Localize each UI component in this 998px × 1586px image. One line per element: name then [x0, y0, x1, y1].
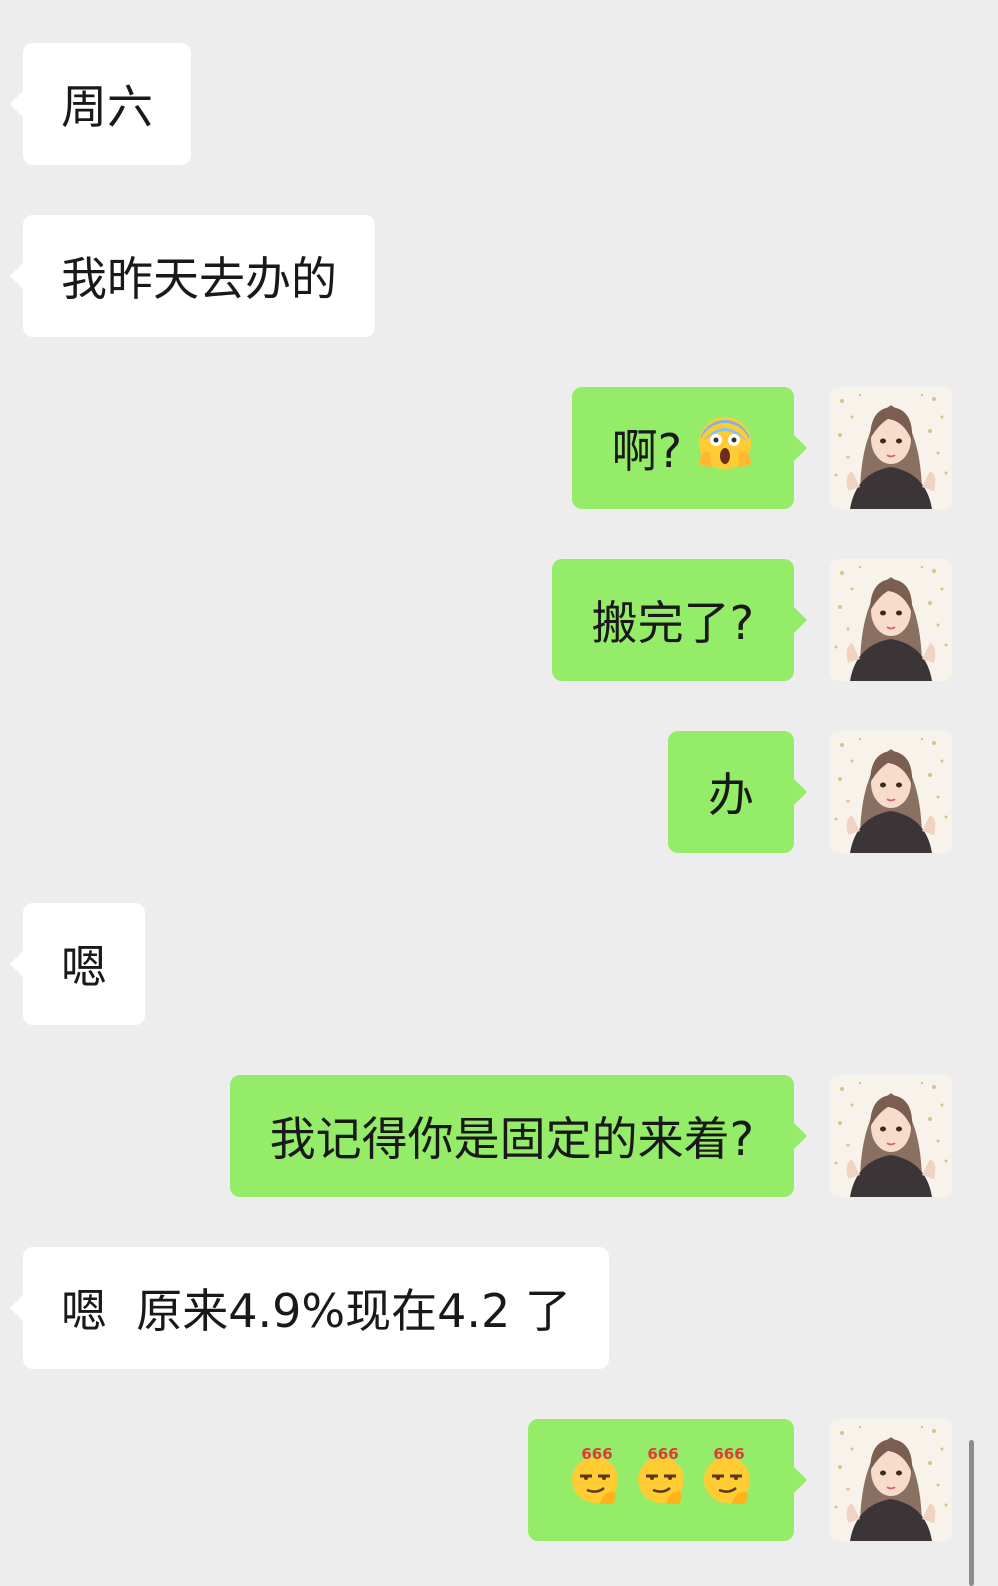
bubble-tail: [793, 1466, 807, 1494]
message-text: 啊?: [611, 424, 682, 478]
bubble-tail: [10, 90, 24, 118]
bubble-tail: [793, 1122, 807, 1150]
message-text: 办: [708, 768, 754, 822]
outgoing-message-bubble[interactable]: 啊?: [571, 387, 807, 509]
svg-text:666: 666: [713, 1445, 744, 1463]
bubble-tail: [793, 606, 807, 634]
message-text: 嗯: [61, 940, 107, 994]
bubble-tail: [10, 1294, 24, 1322]
screaming-face-emoji-icon: [696, 414, 754, 483]
message-row-incoming: 我昨天去办的: [0, 215, 998, 337]
outgoing-message-bubble[interactable]: 我记得你是固定的来着?: [229, 1075, 807, 1197]
user-avatar[interactable]: [830, 1419, 952, 1541]
message-row-outgoing: 666 666 666: [0, 1419, 998, 1541]
user-avatar[interactable]: [830, 1075, 952, 1197]
message-row-outgoing: 啊?: [0, 387, 998, 509]
smirk-666-emoji-icon: 666: [696, 1444, 758, 1517]
message-row-incoming: 周六: [0, 43, 998, 165]
message-text: 我记得你是固定的来着?: [269, 1112, 754, 1166]
scrollbar[interactable]: [969, 1440, 974, 1586]
message-text: 嗯 原来4.9%现在4.2 了: [61, 1284, 571, 1338]
incoming-message-bubble[interactable]: 我昨天去办的: [10, 215, 375, 337]
message-text: 我昨天去办的: [61, 252, 337, 306]
user-avatar[interactable]: [830, 559, 952, 681]
outgoing-message-bubble[interactable]: 搬完了?: [551, 559, 807, 681]
svg-text:666: 666: [581, 1445, 612, 1463]
incoming-message-bubble[interactable]: 嗯 原来4.9%现在4.2 了: [10, 1247, 609, 1369]
bubble-tail: [793, 434, 807, 462]
smirk-666-emoji-icon: 666: [564, 1444, 626, 1517]
incoming-message-bubble[interactable]: 周六: [10, 43, 191, 165]
message-row-incoming: 嗯 原来4.9%现在4.2 了: [0, 1247, 998, 1369]
user-avatar[interactable]: [830, 387, 952, 509]
incoming-message-bubble[interactable]: 嗯: [10, 903, 145, 1025]
message-row-incoming: 嗯: [0, 903, 998, 1025]
user-avatar[interactable]: [830, 731, 952, 853]
message-row-outgoing: 我记得你是固定的来着?: [0, 1075, 998, 1197]
message-text: 周六: [61, 80, 153, 134]
bubble-tail: [10, 950, 24, 978]
message-row-outgoing: 搬完了?: [0, 559, 998, 681]
svg-text:666: 666: [647, 1445, 678, 1463]
bubble-tail: [10, 262, 24, 290]
outgoing-message-bubble[interactable]: 办: [668, 731, 807, 853]
outgoing-message-bubble[interactable]: 666 666 666: [528, 1419, 807, 1541]
message-text: 搬完了?: [591, 596, 754, 650]
smirk-666-emoji-icon: 666: [630, 1444, 692, 1517]
message-row-outgoing: 办: [0, 731, 998, 853]
bubble-tail: [793, 778, 807, 806]
